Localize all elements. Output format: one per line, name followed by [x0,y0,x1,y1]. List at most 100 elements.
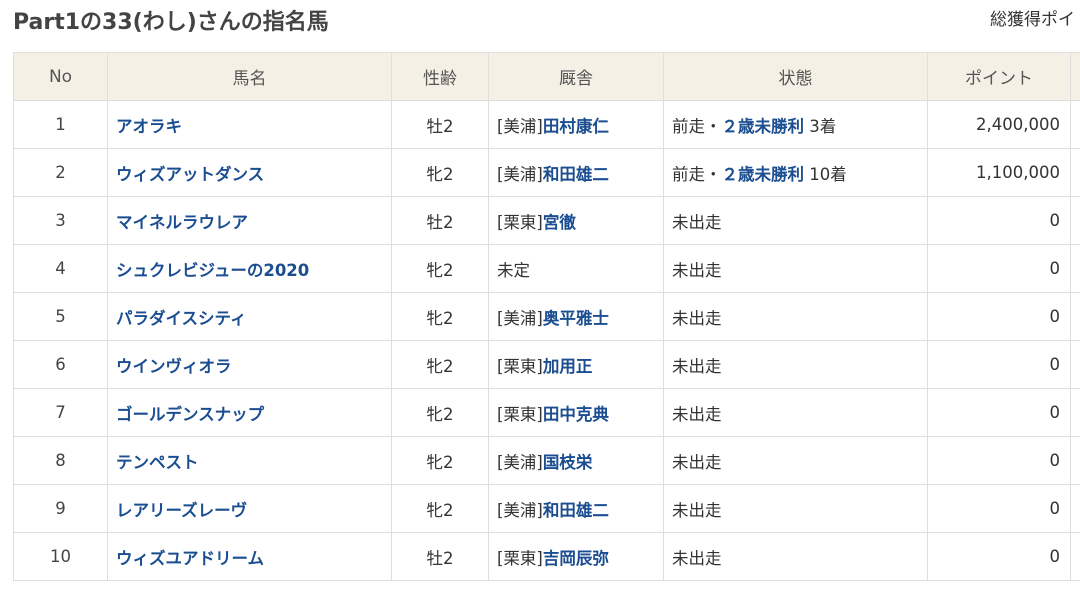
status-text: 未出走 [672,260,722,280]
cell-points: 1,100,000 [927,148,1071,197]
cell-stable: [栗東]吉岡辰弥 [488,532,664,581]
table-row: 1 アオラキ 牡2 [美浦]田村康仁 前走・２歳未勝利 3着 2,400,000 [13,100,1080,149]
cell-status: 未出走 [663,532,928,581]
stable-region: [栗東] [497,548,543,568]
cell-points: 0 [927,196,1071,245]
status-text: 前走・ [672,164,722,184]
status-text: 未出走 [672,212,722,232]
status-text: 未出走 [672,404,722,424]
column-header-stable[interactable]: 厩舎 [488,52,664,101]
horse-name-link[interactable]: ゴールデンスナップ [107,388,392,437]
cell-no: 2 [13,148,108,197]
cell-no: 8 [13,436,108,485]
cell-sex-age: 牡2 [391,100,489,149]
trainer-link[interactable]: 奥平雅士 [543,309,609,328]
page-title: Part1の33(わし)さんの指名馬 [13,10,329,35]
cell-no: 7 [13,388,108,437]
cell-no: 10 [13,532,108,581]
stable-region: [栗東] [497,212,543,232]
trainer-link[interactable]: 宮徹 [543,213,576,232]
cell-no: 4 [13,244,108,293]
trainer-link[interactable]: 吉岡辰弥 [543,549,609,568]
horse-name-link[interactable]: ウィズユアドリーム [107,532,392,581]
cell-no: 5 [13,292,108,341]
cell-sex-age: 牝2 [391,292,489,341]
race-result: 10着 [804,164,847,184]
column-header-no[interactable]: No [13,52,108,101]
nominated-horses-table-container: No 馬名 性齢 厩舎 状態 ポイント 1 アオラキ 牡2 [美浦]田村康仁 前走・２歳… [13,52,1080,585]
status-text: 未出走 [672,452,722,472]
cell-points: 0 [927,340,1071,389]
cell-sex-age: 牝2 [391,148,489,197]
table-row: 9 レアリーズレーヴ 牝2 [美浦]和田雄二 未出走 0 [13,484,1080,533]
horse-name-link[interactable]: ウィズアットダンス [107,148,392,197]
race-result: 3着 [804,116,837,136]
cell-sex-age: 牝2 [391,436,489,485]
stable-region: [美浦] [497,500,543,520]
race-link[interactable]: ２歳未勝利 [722,165,805,184]
cell-stable: [栗東]宮徹 [488,196,664,245]
cell-points: 0 [927,436,1071,485]
cell-stable: [美浦]田村康仁 [488,100,664,149]
trainer-link[interactable]: 田村康仁 [543,117,609,136]
cell-stable: [美浦]和田雄二 [488,484,664,533]
cell-overflow [1070,244,1080,293]
cell-overflow [1070,292,1080,341]
cell-overflow [1070,340,1080,389]
cell-overflow [1070,196,1080,245]
cell-sex-age: 牝2 [391,484,489,533]
status-text: 未出走 [672,308,722,328]
horse-name-link[interactable]: テンペスト [107,436,392,485]
table-row: 3 マイネルラウレア 牡2 [栗東]宮徹 未出走 0 [13,196,1080,245]
status-text: 未出走 [672,356,722,376]
trainer-link[interactable]: 和田雄二 [543,501,609,520]
status-text: 前走・ [672,116,722,136]
stable-region: [栗東] [497,356,543,376]
horse-name-link[interactable]: ウインヴィオラ [107,340,392,389]
trainer-link[interactable]: 加用正 [543,357,593,376]
trainer-link[interactable]: 和田雄二 [543,165,609,184]
cell-overflow [1070,100,1080,149]
horse-name-link[interactable]: シュクレビジューの2020 [107,244,392,293]
horse-name-link[interactable]: マイネルラウレア [107,196,392,245]
trainer-link[interactable]: 国枝栄 [543,453,593,472]
cell-overflow [1070,148,1080,197]
cell-status: 未出走 [663,388,928,437]
cell-overflow [1070,436,1080,485]
cell-no: 9 [13,484,108,533]
table-row: 4 シュクレビジューの2020 牝2 未定 未出走 0 [13,244,1080,293]
stable-region: [栗東] [497,404,543,424]
stable-region: [美浦] [497,164,543,184]
cell-points: 0 [927,388,1071,437]
cell-points: 0 [927,532,1071,581]
cell-overflow [1070,532,1080,581]
race-link[interactable]: ２歳未勝利 [722,117,805,136]
trainer-link[interactable]: 田中克典 [543,405,609,424]
horse-name-link[interactable]: レアリーズレーヴ [107,484,392,533]
status-text: 未出走 [672,500,722,520]
cell-status: 前走・２歳未勝利 10着 [663,148,928,197]
table-header-row: No 馬名 性齢 厩舎 状態 ポイント [13,52,1080,101]
horse-name-link[interactable]: パラダイスシティ [107,292,392,341]
cell-stable: [栗東]田中克典 [488,388,664,437]
cell-no: 3 [13,196,108,245]
column-header-status[interactable]: 状態 [663,52,928,101]
column-header-horse-name[interactable]: 馬名 [107,52,392,101]
cell-sex-age: 牝2 [391,340,489,389]
cell-overflow [1070,388,1080,437]
cell-points: 0 [927,484,1071,533]
cell-points: 2,400,000 [927,100,1071,149]
cell-status: 未出走 [663,244,928,293]
cell-sex-age: 牡2 [391,196,489,245]
cell-stable: [美浦]国枝栄 [488,436,664,485]
column-header-points[interactable]: ポイント [927,52,1071,101]
cell-stable: [栗東]加用正 [488,340,664,389]
cell-status: 前走・２歳未勝利 3着 [663,100,928,149]
stable-region: [美浦] [497,308,543,328]
cell-sex-age: 牡2 [391,532,489,581]
cell-status: 未出走 [663,436,928,485]
column-header-sex-age[interactable]: 性齢 [391,52,489,101]
horse-name-link[interactable]: アオラキ [107,100,392,149]
cell-no: 6 [13,340,108,389]
table-row: 2 ウィズアットダンス 牝2 [美浦]和田雄二 前走・２歳未勝利 10着 1,100,00… [13,148,1080,197]
